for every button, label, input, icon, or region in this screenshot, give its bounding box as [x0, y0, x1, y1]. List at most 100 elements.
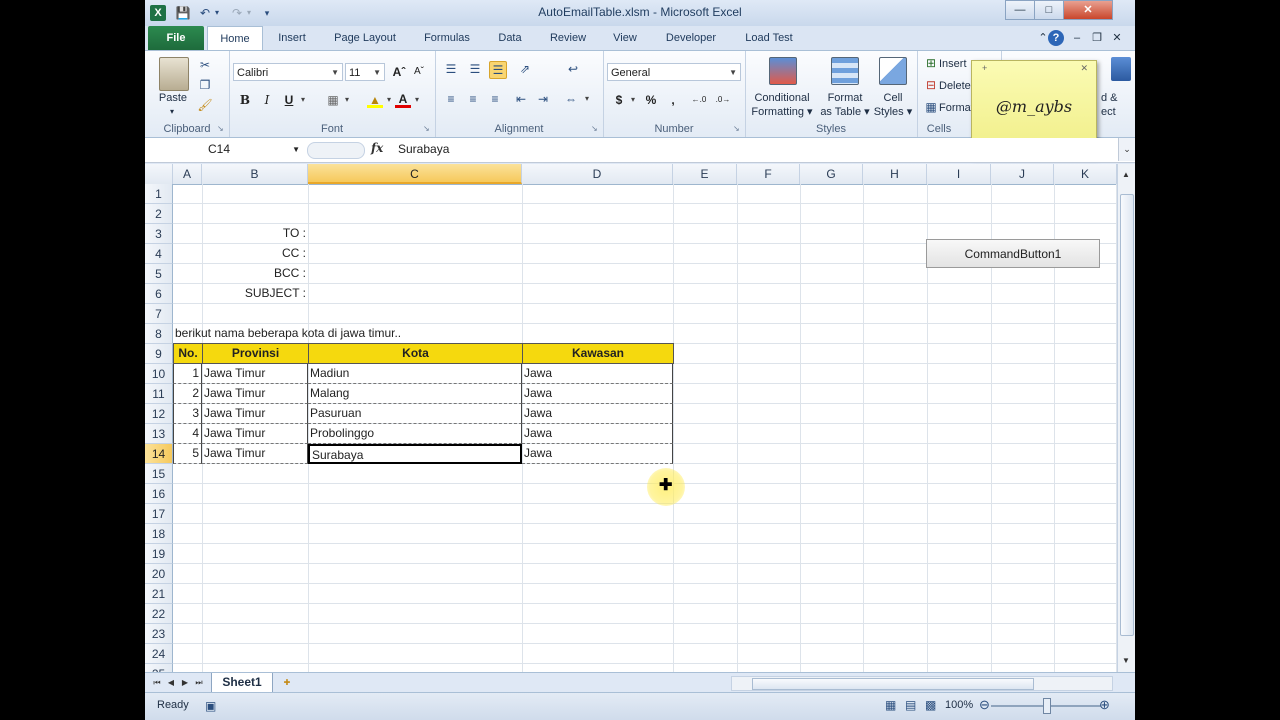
- grow-font-icon[interactable]: Aˆ: [391, 64, 407, 80]
- font-name-select[interactable]: Calibri ▼: [233, 63, 343, 81]
- align-bottom-icon[interactable]: ☰: [489, 61, 507, 79]
- insert-cells-icon[interactable]: ⊞: [923, 55, 939, 71]
- merge-center-icon[interactable]: ⇔: [563, 91, 579, 107]
- format-painter-icon[interactable]: 🖌: [197, 97, 213, 113]
- tab-developer[interactable]: Developer: [655, 26, 727, 50]
- table-cell-kota[interactable]: Madiun: [308, 364, 522, 384]
- formula-input[interactable]: Surabaya: [398, 142, 449, 156]
- wrap-text-icon[interactable]: ↩: [565, 61, 581, 77]
- row-header[interactable]: 11: [145, 384, 173, 404]
- row-header[interactable]: 19: [145, 544, 173, 564]
- vertical-scroll-thumb[interactable]: [1120, 194, 1134, 636]
- tab-data[interactable]: Data: [485, 26, 535, 50]
- table-cell-no[interactable]: 1: [173, 364, 202, 384]
- borders-dropdown-icon[interactable]: ▾: [339, 92, 355, 108]
- row-header[interactable]: 13: [145, 424, 173, 444]
- sticky-close-icon[interactable]: ✕: [1080, 63, 1088, 74]
- horizontal-scrollbar[interactable]: [731, 676, 1113, 691]
- tab-page-layout[interactable]: Page Layout: [325, 26, 405, 50]
- zoom-slider-handle[interactable]: [1043, 698, 1051, 714]
- find-select-icon[interactable]: [1111, 57, 1131, 81]
- orientation-icon[interactable]: ⇗: [517, 61, 533, 77]
- row-header[interactable]: 1: [145, 184, 173, 204]
- normal-view-icon[interactable]: ▦: [885, 698, 896, 712]
- column-header[interactable]: F: [737, 164, 800, 184]
- row-header[interactable]: 4: [145, 244, 173, 264]
- percent-icon[interactable]: %: [643, 92, 659, 108]
- number-format-select[interactable]: General ▼: [607, 63, 741, 81]
- align-right-icon[interactable]: ≡: [487, 91, 503, 107]
- workbook-minimize-icon[interactable]: –: [1069, 30, 1085, 46]
- row-header[interactable]: 18: [145, 524, 173, 544]
- row-header[interactable]: 17: [145, 504, 173, 524]
- row-header[interactable]: 2: [145, 204, 173, 224]
- subject-label[interactable]: SUBJECT :: [202, 284, 308, 303]
- zoom-level[interactable]: 100%: [945, 699, 973, 711]
- table-cell-kota[interactable]: Pasuruan: [308, 404, 522, 424]
- underline-dropdown-icon[interactable]: ▾: [295, 92, 311, 108]
- conditional-formatting-button[interactable]: Conditional Formatting ▾: [747, 91, 817, 119]
- maximize-icon[interactable]: □: [1034, 0, 1064, 20]
- table-cell-kawasan[interactable]: Jawa: [522, 364, 673, 384]
- align-top-icon[interactable]: ☰: [443, 61, 459, 77]
- scroll-down-icon[interactable]: ▼: [1118, 654, 1134, 668]
- find-select-button[interactable]: d & ect: [1101, 91, 1135, 119]
- vertical-scrollbar[interactable]: ▲ ▼: [1117, 164, 1135, 672]
- sheet-tab-sheet1[interactable]: Sheet1: [211, 673, 273, 693]
- tab-home[interactable]: Home: [207, 26, 263, 51]
- table-cell-kawasan[interactable]: Jawa: [522, 424, 673, 444]
- table-cell-provinsi[interactable]: Jawa Timur: [202, 444, 308, 464]
- workbook-close-icon[interactable]: ✕: [1109, 30, 1125, 46]
- table-cell-provinsi[interactable]: Jawa Timur: [202, 424, 308, 444]
- column-header[interactable]: E: [673, 164, 737, 184]
- intro-text[interactable]: berikut nama beberapa kota di jawa timur…: [173, 324, 473, 343]
- worksheet-grid[interactable]: A B C D E F G H I J K 1 2 3 4 5 6 7 8 9 10 11 12 13 1…: [145, 164, 1135, 684]
- column-header[interactable]: G: [800, 164, 863, 184]
- table-cell-no[interactable]: 2: [173, 384, 202, 404]
- align-middle-icon[interactable]: ☰: [467, 61, 483, 77]
- tab-review[interactable]: Review: [541, 26, 595, 50]
- bcc-label[interactable]: BCC :: [202, 264, 308, 283]
- font-color-dropdown-icon[interactable]: ▾: [409, 92, 425, 108]
- italic-icon[interactable]: I: [259, 92, 275, 108]
- row-header[interactable]: 9: [145, 344, 173, 364]
- currency-dropdown-icon[interactable]: ▾: [625, 92, 641, 108]
- cut-icon[interactable]: ✂: [197, 57, 213, 73]
- decrease-decimal-icon[interactable]: .0→: [715, 92, 731, 108]
- format-as-table-icon[interactable]: [831, 57, 859, 85]
- table-cell-kawasan[interactable]: Jawa: [522, 444, 673, 464]
- row-header[interactable]: 10: [145, 364, 173, 384]
- row-header[interactable]: 12: [145, 404, 173, 424]
- header-no[interactable]: No.: [173, 343, 203, 364]
- row-header[interactable]: 7: [145, 304, 173, 324]
- column-header-selected[interactable]: C: [308, 164, 522, 184]
- column-header[interactable]: D: [522, 164, 673, 184]
- shrink-font-icon[interactable]: Aˇ: [411, 64, 427, 80]
- column-header[interactable]: J: [991, 164, 1054, 184]
- command-button-1[interactable]: CommandButton1: [926, 239, 1100, 268]
- column-header[interactable]: H: [863, 164, 927, 184]
- row-header[interactable]: 21: [145, 584, 173, 604]
- tab-file[interactable]: File: [148, 26, 204, 50]
- increase-decimal-icon[interactable]: ←.0: [691, 92, 707, 108]
- cc-label[interactable]: CC :: [202, 244, 308, 263]
- table-cell-no[interactable]: 4: [173, 424, 202, 444]
- active-cell[interactable]: Surabaya: [308, 444, 522, 464]
- table-cell-provinsi[interactable]: Jawa Timur: [202, 364, 308, 384]
- clipboard-launcher-icon[interactable]: ↘: [217, 124, 226, 133]
- row-header[interactable]: 15: [145, 464, 173, 484]
- row-header[interactable]: 24: [145, 644, 173, 664]
- number-launcher-icon[interactable]: ↘: [733, 124, 742, 133]
- row-header[interactable]: 22: [145, 604, 173, 624]
- row-header[interactable]: 3: [145, 224, 173, 244]
- paste-dropdown-icon[interactable]: ▾: [165, 105, 179, 119]
- delete-cells-icon[interactable]: ⊟: [923, 77, 939, 93]
- bold-icon[interactable]: B: [237, 92, 253, 108]
- format-cells-icon[interactable]: ▦: [923, 99, 939, 115]
- table-cell-kawasan[interactable]: Jawa: [522, 404, 673, 424]
- row-header[interactable]: 16: [145, 484, 173, 504]
- column-header[interactable]: B: [202, 164, 308, 184]
- header-kota[interactable]: Kota: [308, 343, 523, 364]
- tab-load-test[interactable]: Load Test: [733, 26, 805, 50]
- zoom-in-icon[interactable]: ⊕: [1099, 697, 1110, 713]
